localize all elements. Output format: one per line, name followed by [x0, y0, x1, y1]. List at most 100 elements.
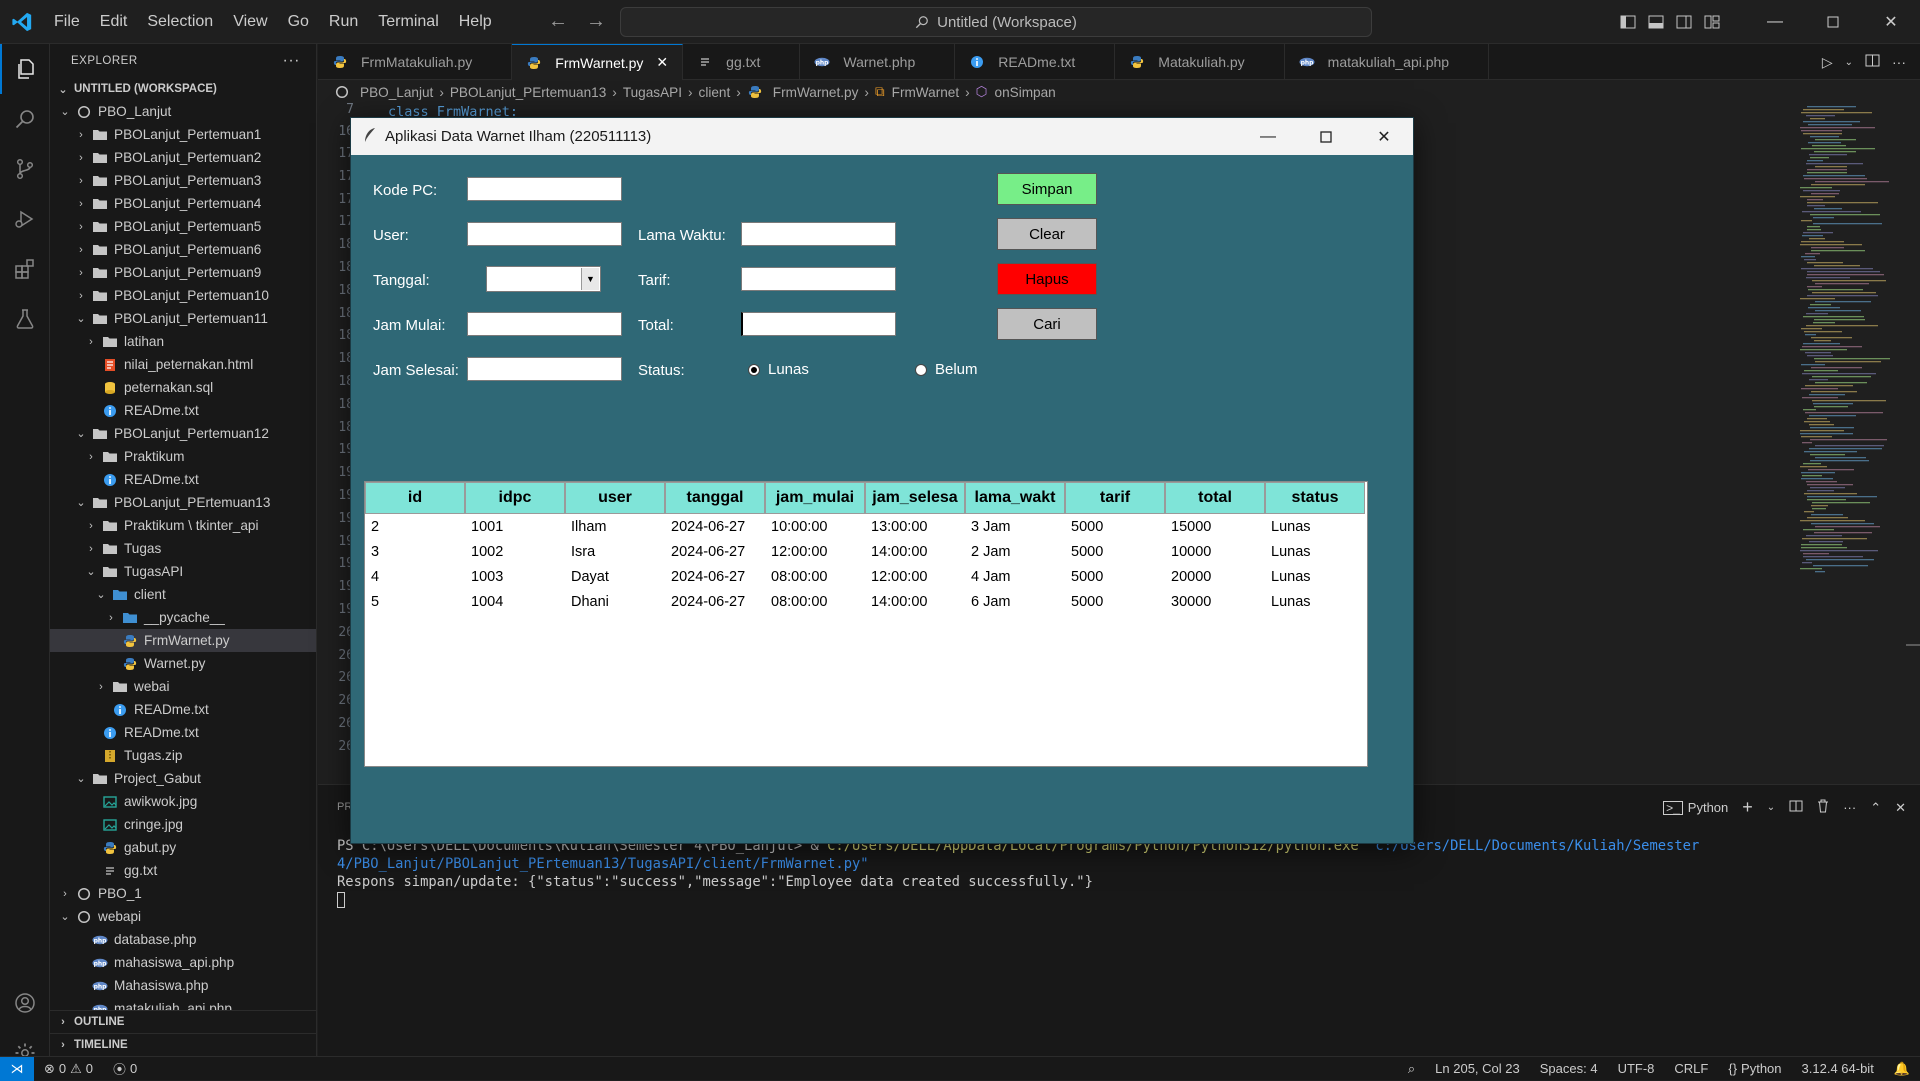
tree-item[interactable]: READme.txt: [50, 721, 316, 744]
search-icon[interactable]: [0, 94, 50, 144]
simpan-button[interactable]: Simpan: [997, 173, 1097, 205]
tree-item[interactable]: ⌄ Project_Gabut: [50, 767, 316, 790]
table-row[interactable]: 4 1003 Dayat 2024-06-27 08:00:00 12:00:00 4 Ja…: [365, 564, 1367, 589]
column-header-user[interactable]: user: [565, 482, 665, 514]
tree-item[interactable]: awikwok.jpg: [50, 790, 316, 813]
table-row[interactable]: 2 1001 Ilham 2024-06-27 10:00:00 13:00:00 3 Ja…: [365, 514, 1367, 539]
tree-item[interactable]: ⌄ PBOLanjut_PErtemuan13: [50, 491, 316, 514]
tree-item[interactable]: › __pycache__: [50, 606, 316, 629]
scrollbar-thumb[interactable]: [1906, 644, 1920, 646]
tree-item[interactable]: › PBOLanjut_Pertemuan2: [50, 146, 316, 169]
remote-icon[interactable]: ⋊: [0, 1056, 34, 1081]
accounts-icon[interactable]: [0, 978, 50, 1028]
menu-item-edit[interactable]: Edit: [90, 0, 138, 44]
terminal-selector[interactable]: >_ Python: [1663, 800, 1728, 815]
terminal-dropdown-icon[interactable]: ⌄: [1767, 802, 1775, 813]
tree-item[interactable]: php Mahasiswa.php: [50, 974, 316, 997]
menu-item-selection[interactable]: Selection: [137, 0, 223, 44]
terminal-output[interactable]: PS C:\Users\DELL\Documents\Kuliah\Semest…: [337, 837, 1917, 909]
menu-item-view[interactable]: View: [223, 0, 277, 44]
indentation[interactable]: Spaces: 4: [1530, 1061, 1608, 1076]
encoding[interactable]: UTF-8: [1608, 1061, 1665, 1076]
outline-section[interactable]: › OUTLINE: [50, 1010, 316, 1033]
data-table[interactable]: id idpc user tanggal jam_mulai jam_selesa lama…: [364, 481, 1368, 767]
tree-item[interactable]: › latihan: [50, 330, 316, 353]
minimap[interactable]: [1790, 104, 1910, 584]
tree-item[interactable]: peternakan.sql: [50, 376, 316, 399]
table-row[interactable]: 5 1004 Dhani 2024-06-27 08:00:00 14:00:00 6 Ja…: [365, 589, 1367, 614]
breadcrumb-item[interactable]: client: [699, 85, 731, 100]
close-button[interactable]: ✕: [1862, 0, 1920, 44]
menu-item-go[interactable]: Go: [278, 0, 319, 44]
column-header-jam_mulai[interactable]: jam_mulai: [765, 482, 865, 514]
zoom-icon[interactable]: ⌕: [1398, 1061, 1425, 1077]
tree-item[interactable]: › PBOLanjut_Pertemuan10: [50, 284, 316, 307]
more-actions-icon[interactable]: ···: [283, 52, 300, 70]
cari-button[interactable]: Cari: [997, 308, 1097, 340]
editor-tab[interactable]: FrmWarnet.py ✕: [512, 44, 684, 80]
tree-item[interactable]: Warnet.py: [50, 652, 316, 675]
tree-item[interactable]: php database.php: [50, 928, 316, 951]
timeline-section[interactable]: › TIMELINE: [50, 1033, 316, 1056]
breadcrumb-item[interactable]: PBO_Lanjut: [360, 85, 433, 100]
close-panel-icon[interactable]: ✕: [1895, 800, 1906, 816]
tree-item[interactable]: › PBOLanjut_Pertemuan5: [50, 215, 316, 238]
column-header-total[interactable]: total: [1165, 482, 1265, 514]
app-close-button[interactable]: ✕: [1355, 118, 1413, 155]
status-belum-radio[interactable]: Belum: [915, 361, 978, 378]
column-header-tanggal[interactable]: tanggal: [665, 482, 765, 514]
maximize-panel-icon[interactable]: ⌃: [1870, 800, 1881, 816]
user-input[interactable]: [467, 222, 622, 246]
notifications-bell-icon[interactable]: 🔔: [1884, 1061, 1920, 1077]
minimize-button[interactable]: —: [1746, 0, 1804, 44]
jam-selesai-input[interactable]: [467, 357, 622, 381]
tree-item[interactable]: gg.txt: [50, 859, 316, 882]
maximize-button[interactable]: [1804, 0, 1862, 44]
toggle-panel-icon[interactable]: [1642, 0, 1670, 44]
tanggal-combobox[interactable]: ▼: [486, 266, 601, 292]
workspace-header[interactable]: ⌄ UNTITLED (WORKSPACE): [50, 78, 316, 100]
tree-item[interactable]: ⌄ TugasAPI: [50, 560, 316, 583]
dropdown-arrow-icon[interactable]: ▼: [581, 268, 599, 290]
menu-item-run[interactable]: Run: [319, 0, 368, 44]
breadcrumb-item[interactable]: FrmWarnet: [892, 85, 959, 100]
menu-item-file[interactable]: File: [44, 0, 90, 44]
menu-item-help[interactable]: Help: [449, 0, 502, 44]
command-center[interactable]: Untitled (Workspace): [620, 7, 1372, 37]
tree-item[interactable]: › PBO_1: [50, 882, 316, 905]
tree-item[interactable]: › PBOLanjut_Pertemuan4: [50, 192, 316, 215]
breadcrumb-item[interactable]: PBOLanjut_PErtemuan13: [450, 85, 606, 100]
tree-item[interactable]: › Praktikum: [50, 445, 316, 468]
back-arrow-icon[interactable]: ←: [548, 10, 568, 33]
tree-item[interactable]: Tugas.zip: [50, 744, 316, 767]
hapus-button[interactable]: Hapus: [997, 263, 1097, 295]
tree-item[interactable]: READme.txt: [50, 399, 316, 422]
forward-arrow-icon[interactable]: →: [586, 10, 606, 33]
new-terminal-icon[interactable]: +: [1742, 797, 1753, 818]
split-terminal-icon[interactable]: [1789, 800, 1803, 815]
extensions-icon[interactable]: [0, 244, 50, 294]
tree-item[interactable]: READme.txt: [50, 468, 316, 491]
cursor-position[interactable]: Ln 205, Col 23: [1425, 1061, 1530, 1076]
column-header-id[interactable]: id: [365, 482, 465, 514]
language-mode[interactable]: {} Python: [1718, 1061, 1791, 1076]
tree-item[interactable]: READme.txt: [50, 698, 316, 721]
customize-layout-icon[interactable]: [1698, 0, 1726, 44]
column-header-idpc[interactable]: idpc: [465, 482, 565, 514]
lama-waktu-input[interactable]: [741, 222, 896, 246]
tree-item[interactable]: › webai: [50, 675, 316, 698]
run-python-icon[interactable]: ▷: [1822, 54, 1833, 71]
toggle-primary-sidebar-icon[interactable]: [1614, 0, 1642, 44]
breadcrumb-item[interactable]: onSimpan: [995, 85, 1056, 100]
tree-item[interactable]: › PBOLanjut_Pertemuan6: [50, 238, 316, 261]
editor-tab[interactable]: FrmMatakuliah.py: [318, 44, 513, 80]
breadcrumb-item[interactable]: TugasAPI: [623, 85, 682, 100]
end-of-line[interactable]: CRLF: [1664, 1061, 1718, 1076]
tree-item[interactable]: gabut.py: [50, 836, 316, 859]
table-row[interactable]: 3 1002 Isra 2024-06-27 12:00:00 14:00:00 2 Jam…: [365, 539, 1367, 564]
tree-item[interactable]: › PBOLanjut_Pertemuan9: [50, 261, 316, 284]
run-debug-icon[interactable]: [0, 194, 50, 244]
explorer-icon[interactable]: [0, 44, 50, 94]
ports-status[interactable]: ⦿ 0: [103, 1059, 147, 1078]
toggle-secondary-sidebar-icon[interactable]: [1670, 0, 1698, 44]
